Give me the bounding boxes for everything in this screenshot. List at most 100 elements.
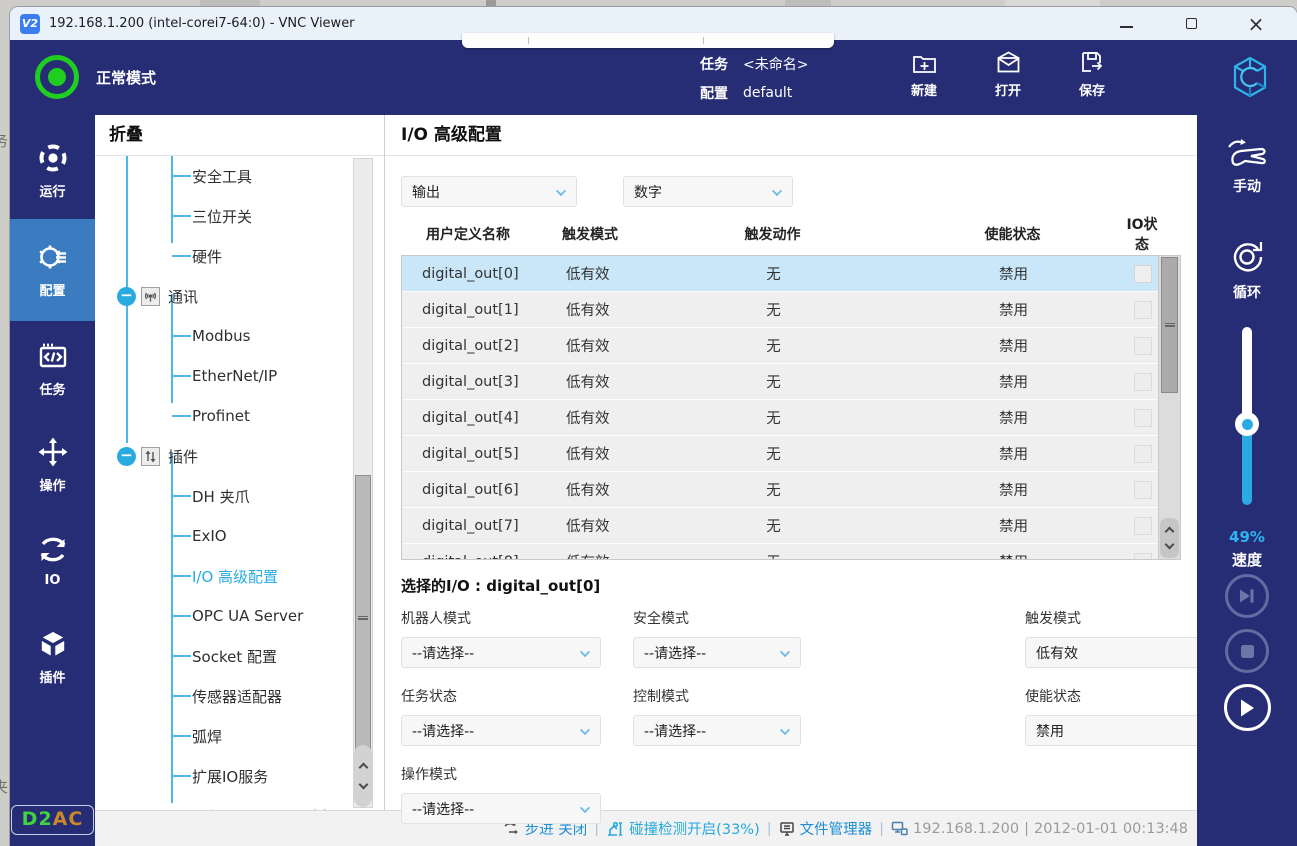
table-scrollbar[interactable] (1158, 256, 1180, 559)
scroll-up-icon[interactable] (1165, 527, 1175, 537)
table-scrollbar-buttons[interactable] (1160, 518, 1179, 558)
collapse-node-icon[interactable]: − (117, 447, 136, 466)
io-state-checkbox[interactable] (1134, 445, 1152, 463)
tree-node[interactable]: DH 夹爪 (95, 476, 384, 516)
slider-thumb[interactable] (1235, 412, 1259, 436)
nav-item[interactable]: 任务 (10, 321, 95, 417)
io-arrows-icon (37, 534, 69, 566)
form-field-select[interactable]: 禁用 (1025, 715, 1225, 746)
nav-item[interactable]: 操作 (10, 417, 95, 513)
scroll-up-icon[interactable] (358, 763, 368, 773)
form-field-select[interactable]: 低有效 (1025, 637, 1225, 668)
vnc-toolbar-overlay[interactable] (462, 33, 834, 48)
form-field-select[interactable]: --请选择-- (401, 793, 601, 824)
tree-collapse-header[interactable]: 折叠 (95, 115, 384, 156)
toolbar-action-button[interactable]: 打开 (979, 49, 1037, 99)
table-row[interactable]: digital_out[1] 低有效 无 禁用 (402, 292, 1159, 327)
tree-node[interactable]: 扩展IO服务 (95, 756, 384, 796)
nav-item-label: IO (45, 573, 61, 588)
tree-node-label: 扩展IO服务 (192, 766, 268, 787)
normal-mode-indicator-icon (35, 55, 79, 99)
background-window-fragment (1005, 0, 1100, 6)
trigger-mode-cell: 低有效 (536, 335, 646, 356)
play-icon (1238, 698, 1256, 718)
play-button[interactable] (1224, 684, 1271, 731)
collapse-node-icon[interactable]: − (117, 287, 136, 306)
step-forward-button[interactable] (1225, 574, 1269, 618)
close-button[interactable]: × (1249, 17, 1263, 31)
table-row[interactable]: digital_out[0] 低有效 无 禁用 (402, 256, 1159, 291)
speed-slider[interactable] (1235, 327, 1259, 509)
screen: 务 夹 V2 192.168.1.200 (intel-corei7-64:0)… (0, 0, 1297, 846)
minimize-button[interactable] (1119, 17, 1133, 31)
tree-node[interactable]: OPC UA Server (95, 596, 384, 636)
nav-item[interactable]: 配置 (10, 219, 95, 321)
stop-button[interactable] (1225, 629, 1269, 673)
background-window-fragment: 夹 (0, 776, 8, 797)
d2ac-badge: D2AC (11, 805, 95, 835)
toolbar-actions: 新建 (895, 49, 1121, 99)
maximize-button[interactable] (1184, 17, 1198, 31)
tree-connector (172, 535, 191, 537)
code-window-icon (37, 340, 69, 372)
tree-scrollbar-buttons[interactable] (354, 745, 372, 807)
tree-connector (172, 615, 191, 617)
table-row[interactable]: digital_out[7] 低有效 无 禁用 (402, 508, 1159, 543)
speed-label: 速度 (1197, 549, 1297, 570)
tree-node[interactable]: Socket 配置 (95, 636, 384, 676)
io-state-checkbox[interactable] (1134, 409, 1152, 427)
nav-item[interactable]: IO (10, 513, 95, 609)
form-field-label: 机器人模式 (401, 608, 633, 628)
io-state-checkbox[interactable] (1134, 517, 1152, 535)
table-row[interactable]: digital_out[5] 低有效 无 禁用 (402, 436, 1159, 471)
scroll-down-icon[interactable] (1165, 540, 1175, 550)
manual-mode-button[interactable]: 手动 (1197, 137, 1297, 196)
tree-scrollbar-thumb[interactable] (355, 475, 371, 761)
form-field-select[interactable]: --请选择-- (633, 637, 801, 668)
nav-item-label: 操作 (39, 475, 65, 494)
tree-scrollbar[interactable] (353, 158, 373, 808)
tree-connector (172, 415, 191, 417)
tree-node[interactable]: ExIO (95, 516, 384, 556)
form-field-select[interactable]: --请选择-- (633, 715, 801, 746)
table-row[interactable]: digital_out[3] 低有效 无 禁用 (402, 364, 1159, 399)
io-state-checkbox[interactable] (1134, 301, 1152, 319)
form-field-select[interactable]: --请选择-- (401, 637, 601, 668)
tree-node[interactable]: 三位开关 (95, 196, 384, 236)
io-state-checkbox[interactable] (1134, 553, 1152, 561)
table-row[interactable]: digital_out[6] 低有效 无 禁用 (402, 472, 1159, 507)
tree-node[interactable]: 弧焊 (95, 716, 384, 756)
table-scrollbar-thumb[interactable] (1161, 257, 1178, 393)
tree-node[interactable]: I/O 高级配置 (95, 556, 384, 596)
tree-node[interactable]: EtherNet/IP (95, 356, 384, 396)
table-row[interactable]: digital_out[4] 低有效 无 禁用 (402, 400, 1159, 435)
tree-node[interactable]: − (95, 436, 384, 476)
communication-icon (141, 287, 160, 306)
tree-node[interactable]: 安全工具 (95, 156, 384, 196)
tree-node[interactable]: 硬件 (95, 236, 384, 276)
tree-node[interactable]: − (95, 276, 384, 316)
form-field: 使能状态 禁用 (1025, 686, 1225, 746)
tree-node[interactable]: Modbus (95, 316, 384, 356)
table-row[interactable]: digital_out[2] 低有效 无 禁用 (402, 328, 1159, 363)
loop-mode-button[interactable]: 循环 (1197, 237, 1297, 302)
tree-node[interactable]: 远程 TCP & 工具路径 (95, 796, 384, 810)
toolbar-action-button[interactable]: 新建 (895, 49, 953, 99)
io-state-checkbox[interactable] (1134, 481, 1152, 499)
trigger-action-cell: 无 (646, 299, 901, 320)
signal-type-select[interactable]: 数字 (623, 176, 793, 207)
io-state-checkbox[interactable] (1134, 373, 1152, 391)
tree-node-label: 插件 (168, 446, 198, 467)
tree-node[interactable]: 传感器适配器 (95, 676, 384, 716)
table-row[interactable]: digital_out[8] 低有效 无 禁用 (402, 544, 1159, 560)
scroll-down-icon[interactable] (358, 780, 368, 790)
form-field-select[interactable]: --请选择-- (401, 715, 601, 746)
io-condition-form: 机器人模式 --请选择-- 安全模式 --请选择-- (401, 608, 1181, 824)
io-state-checkbox[interactable] (1134, 265, 1152, 283)
output-type-select[interactable]: 输出 (401, 176, 577, 207)
nav-item[interactable]: 插件 (10, 609, 95, 705)
io-state-checkbox[interactable] (1134, 337, 1152, 355)
nav-item[interactable]: 运行 (10, 123, 95, 219)
tree-node[interactable]: Profinet (95, 396, 384, 436)
toolbar-action-button[interactable]: 保存 (1063, 49, 1121, 99)
